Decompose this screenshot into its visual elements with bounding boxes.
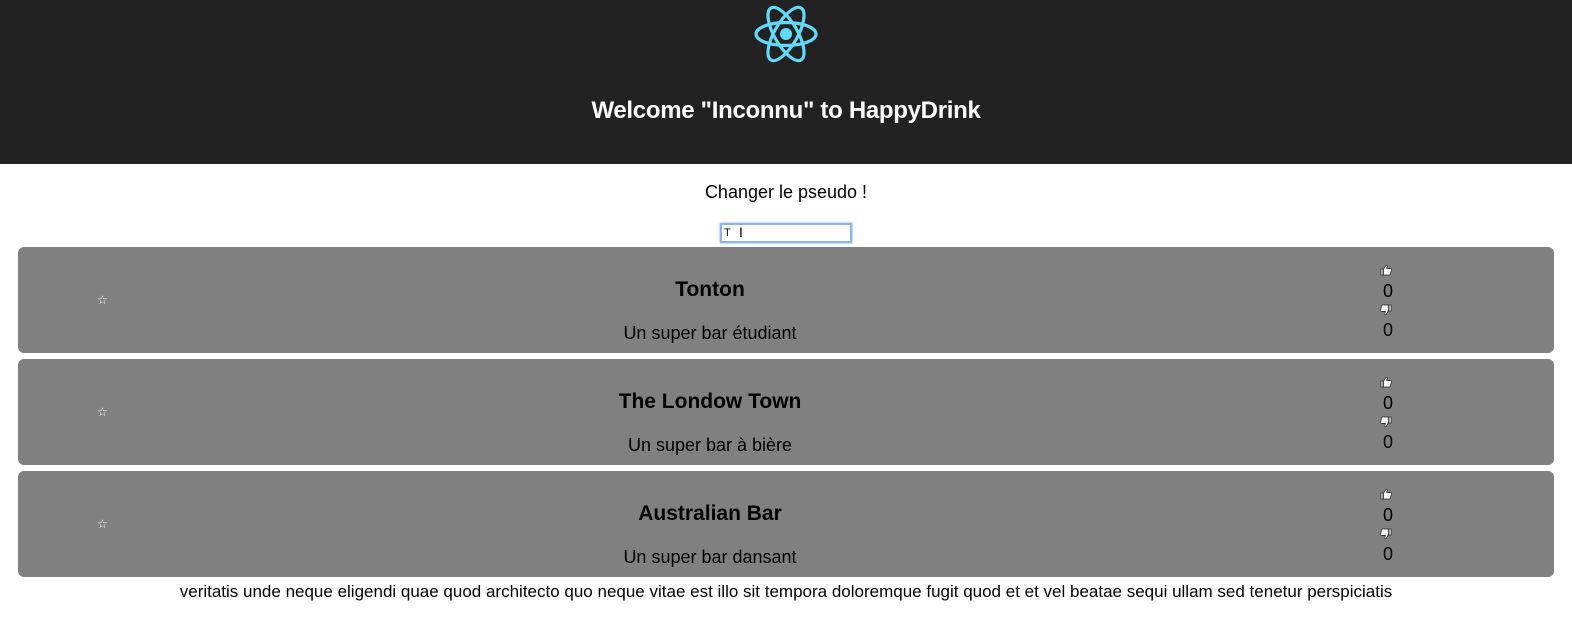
text-cursor-icon: I [739, 224, 743, 240]
thumbs-up-icon[interactable] [1380, 376, 1396, 390]
footer-text: veritatis unde neque eligendi quae quod … [179, 582, 1393, 601]
bar-name: Australian Bar [638, 502, 782, 525]
page-title: Welcome "Inconnu" to HappyDrink [591, 97, 981, 124]
thumbs-up-icon[interactable] [1380, 488, 1396, 502]
thumbs-up-icon[interactable] [1380, 264, 1396, 278]
favorite-star-icon[interactable]: ☆ [97, 294, 109, 306]
change-pseudo-label: Changer le pseudo ! [704, 182, 868, 202]
like-count: 0 [1382, 505, 1393, 525]
favorite-star-icon[interactable]: ☆ [97, 518, 109, 530]
favorite-star-icon[interactable]: ☆ [97, 406, 109, 418]
dislike-count: 0 [1382, 320, 1393, 340]
app-header: Welcome "Inconnu" to HappyDrink [0, 0, 1572, 164]
react-atom-icon [754, 5, 818, 63]
bar-description: Un super bar à bière [627, 435, 793, 455]
like-count: 0 [1382, 281, 1393, 301]
bar-description: Un super bar étudiant [623, 323, 797, 343]
thumbs-down-icon[interactable] [1380, 416, 1396, 430]
bar-description: Un super bar dansant [623, 547, 797, 567]
bar-name: The Londow Town [618, 390, 802, 413]
bar-card: ☆ Tonton Un super bar étudiant 0 0 [18, 247, 1554, 353]
bar-card: ☆ Australian Bar Un super bar dansant 0 … [18, 471, 1554, 577]
thumbs-down-icon[interactable] [1380, 304, 1396, 318]
dislike-count: 0 [1382, 432, 1393, 452]
bar-card: ☆ The Londow Town Un super bar à bière 0… [18, 359, 1554, 465]
dislike-count: 0 [1382, 544, 1393, 564]
like-count: 0 [1382, 393, 1393, 413]
thumbs-down-icon[interactable] [1380, 528, 1396, 542]
bar-name: Tonton [675, 278, 745, 301]
